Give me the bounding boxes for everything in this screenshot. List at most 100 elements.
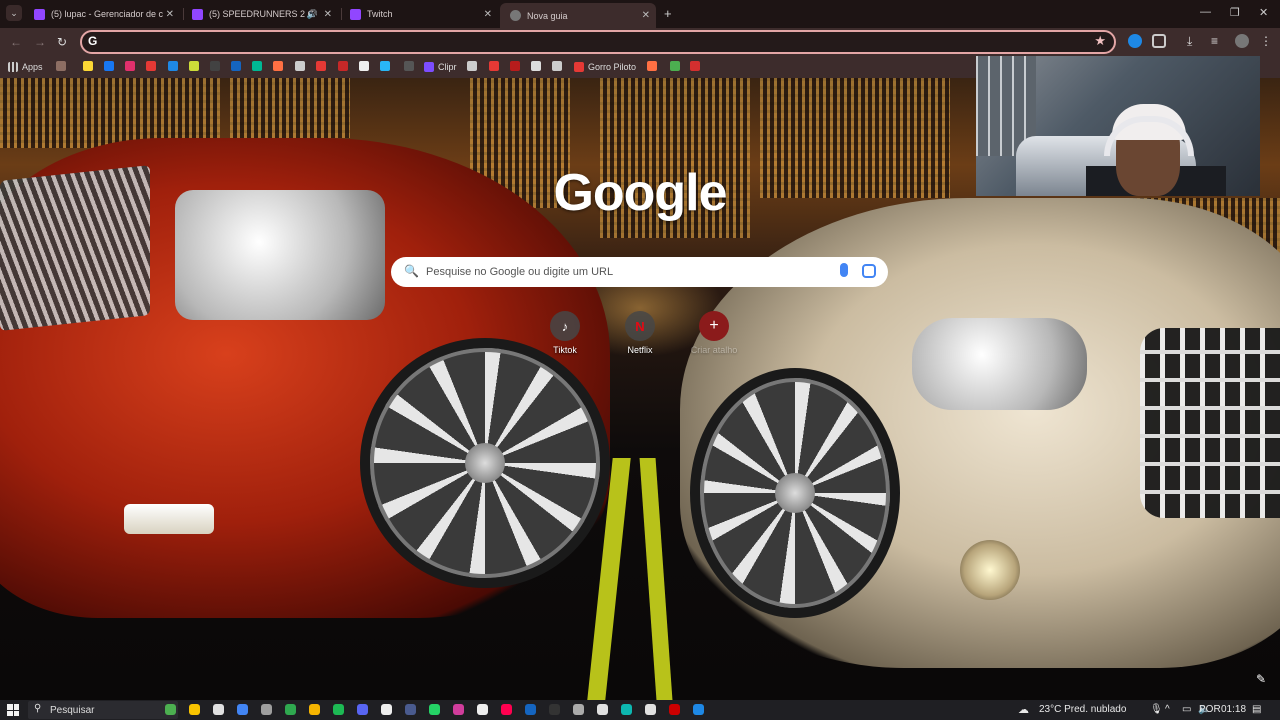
taskbar-app-icon[interactable] xyxy=(165,704,176,715)
shortcut-netflix[interactable]: N Netflix xyxy=(610,311,670,355)
network-icon[interactable]: ▭ xyxy=(1182,704,1191,715)
bookmark-favicon-icon[interactable] xyxy=(125,61,135,71)
taskbar-app-icon[interactable] xyxy=(453,704,464,715)
bookmark-favicon-icon[interactable] xyxy=(404,61,414,71)
taskbar-app-icon[interactable] xyxy=(525,704,536,715)
windows-start-icon[interactable] xyxy=(7,704,19,716)
taskbar-app-icon[interactable] xyxy=(261,704,272,715)
tab-title: Twitch xyxy=(367,9,393,19)
taskbar-app-icon[interactable] xyxy=(405,704,416,715)
weather-text[interactable]: 23°C Pred. nublado xyxy=(1039,704,1126,715)
bookmark-favicon-icon[interactable] xyxy=(359,61,369,71)
taskbar-app-icon[interactable] xyxy=(381,704,392,715)
extensions-puzzle-icon[interactable] xyxy=(1152,34,1166,48)
tab-search-button[interactable]: ⌄ xyxy=(6,5,22,21)
bookmark-favicon-icon[interactable] xyxy=(146,61,156,71)
bookmark-favicon-icon[interactable] xyxy=(316,61,326,71)
menu-kebab-icon[interactable]: ⋮ xyxy=(1260,34,1274,48)
reload-icon[interactable]: ↻ xyxy=(57,35,67,49)
bookmark-favicon-icon[interactable] xyxy=(510,61,520,71)
search-input[interactable] xyxy=(426,263,826,281)
taskbar-app-icon[interactable] xyxy=(573,704,584,715)
close-window-icon[interactable]: ✕ xyxy=(1259,6,1268,19)
bookmark-apps[interactable]: Apps xyxy=(8,61,43,73)
shortcut-tiktok[interactable]: ♪ Tiktok xyxy=(535,311,595,355)
bookmark-favicon-icon[interactable] xyxy=(647,61,657,71)
notifications-icon[interactable]: ▤ xyxy=(1252,704,1261,715)
bookmark-favicon-icon[interactable] xyxy=(380,61,390,71)
extension-icon[interactable] xyxy=(1128,34,1142,48)
bookmark-favicon-icon[interactable] xyxy=(56,61,66,71)
bookmark-gorro-piloto[interactable]: Gorro Piloto xyxy=(574,61,636,73)
close-icon[interactable]: ✕ xyxy=(642,10,650,21)
bookmark-favicon-icon[interactable] xyxy=(189,61,199,71)
taskbar-app-icon[interactable] xyxy=(597,704,608,715)
language-indicator[interactable]: POR xyxy=(1199,704,1221,715)
audio-icon[interactable]: 🔊 xyxy=(307,9,318,20)
city-buildings xyxy=(230,78,350,138)
taskbar-app-icon[interactable] xyxy=(237,704,248,715)
taskbar-app-icon[interactable] xyxy=(189,704,200,715)
tab-nova-guia[interactable]: Nova guia ✕ xyxy=(500,3,656,28)
taskbar-app-icon[interactable] xyxy=(693,704,704,715)
google-lens-icon[interactable] xyxy=(862,264,876,278)
taskbar-app-icon[interactable] xyxy=(213,704,224,715)
taskbar-app-icon[interactable] xyxy=(333,704,344,715)
bookmark-favicon-icon[interactable] xyxy=(670,61,680,71)
bookmark-favicon-icon[interactable] xyxy=(168,61,178,71)
customize-pencil-icon[interactable]: ✎ xyxy=(1256,672,1266,686)
media-control-icon[interactable]: ≡ xyxy=(1211,34,1225,48)
clock[interactable]: 01:18 xyxy=(1221,704,1246,715)
microphone-icon[interactable]: 🎙 xyxy=(1150,704,1163,715)
taskbar-app-icon[interactable] xyxy=(669,704,680,715)
bookmark-favicon-icon[interactable] xyxy=(552,61,562,71)
bookmark-favicon-icon[interactable] xyxy=(273,61,283,71)
taskbar-app-icon[interactable] xyxy=(645,704,656,715)
bookmark-favicon-icon[interactable] xyxy=(252,61,262,71)
bookmark-label: Apps xyxy=(22,62,43,72)
close-icon[interactable]: ✕ xyxy=(166,9,174,20)
taskbar-app-icon[interactable] xyxy=(309,704,320,715)
taskbar-app-icon[interactable] xyxy=(285,704,296,715)
profile-avatar[interactable] xyxy=(1235,34,1249,48)
taskbar-app-icon[interactable] xyxy=(549,704,560,715)
bookmark-favicon-icon[interactable] xyxy=(104,61,114,71)
close-icon[interactable]: ✕ xyxy=(484,9,492,20)
bookmark-favicon-icon[interactable] xyxy=(83,61,93,71)
bookmark-clipr[interactable]: Clipr xyxy=(424,61,457,73)
taskbar-app-icon[interactable] xyxy=(357,704,368,715)
twitch-icon xyxy=(350,8,361,20)
bookmark-favicon-icon[interactable] xyxy=(531,61,541,71)
bookmark-favicon-icon[interactable] xyxy=(231,61,241,71)
close-icon[interactable]: ✕ xyxy=(324,9,332,20)
tab-gerenciador-clipes[interactable]: (5) lupac - Gerenciador de clipe ✕ xyxy=(34,4,174,24)
forward-icon[interactable]: → xyxy=(34,35,46,49)
bookmark-favicon-icon[interactable] xyxy=(467,61,477,71)
taskbar-app-icon[interactable] xyxy=(429,704,440,715)
search-box[interactable]: 🔍 xyxy=(391,257,888,287)
download-icon[interactable]: ⤓ xyxy=(1187,34,1201,48)
bookmark-favicon-icon[interactable] xyxy=(690,61,700,71)
bookmark-favicon-icon[interactable] xyxy=(295,61,305,71)
bookmark-favicon-icon[interactable] xyxy=(210,61,220,71)
tab-twitch[interactable]: Twitch ✕ xyxy=(350,4,492,24)
bookmark-favicon-icon[interactable] xyxy=(338,61,348,71)
restore-icon[interactable]: ❐ xyxy=(1230,6,1240,19)
taskbar-app-icon[interactable] xyxy=(501,704,512,715)
shortcut-add[interactable]: + Criar atalho xyxy=(684,311,744,355)
white-car-grille xyxy=(1140,328,1280,518)
tab-speedrunners[interactable]: (5) SPEEDRUNNERS 2 COM 🔊 ✕ xyxy=(192,4,332,24)
microphone-icon[interactable] xyxy=(840,263,848,277)
taskbar-search[interactable]: ⚲ Pesquisar xyxy=(28,701,178,719)
tray-chevron-icon[interactable]: ^ xyxy=(1165,704,1170,715)
bookmark-star-icon[interactable]: ★ xyxy=(1094,33,1106,49)
tab-separator xyxy=(183,8,184,20)
taskbar-app-icon[interactable] xyxy=(477,704,488,715)
taskbar-app-icon[interactable] xyxy=(621,704,632,715)
new-tab-button[interactable]: + xyxy=(664,6,672,21)
back-icon[interactable]: ← xyxy=(10,35,22,49)
minimize-icon[interactable]: — xyxy=(1200,6,1211,18)
bookmark-favicon-icon[interactable] xyxy=(489,61,499,71)
google-logo: Google xyxy=(553,164,727,222)
address-bar[interactable]: G ★ xyxy=(80,30,1116,54)
